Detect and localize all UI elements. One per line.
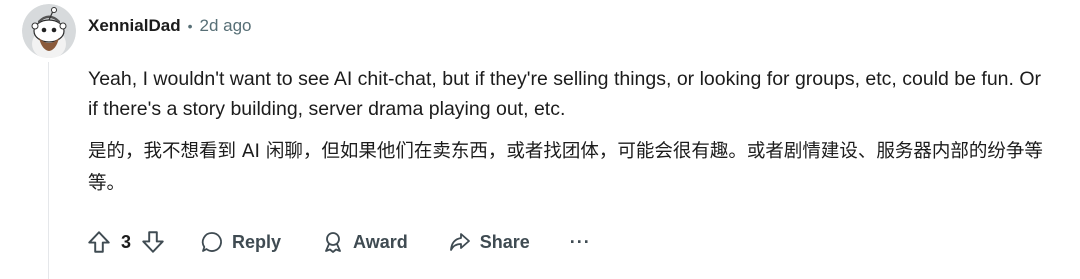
comment-actions: 3 Reply Award Share ···	[86, 226, 591, 258]
award-label: Award	[353, 231, 408, 252]
share-label: Share	[479, 231, 530, 252]
award-ribbon-icon	[321, 230, 345, 254]
comment-text-chinese: 是的，我不想看到 AI 闲聊，但如果他们在卖东西，或者找团体，可能会很有趣。或者…	[88, 141, 1043, 194]
username-link[interactable]: XennialDad	[88, 16, 181, 36]
more-options-button[interactable]: ···	[570, 232, 591, 253]
reply-label: Reply	[232, 231, 282, 252]
award-button[interactable]: Award	[321, 230, 408, 254]
share-button[interactable]: Share	[448, 230, 530, 254]
vote-score: 3	[120, 231, 131, 252]
timestamp[interactable]: 2d ago	[200, 16, 252, 36]
comment-header: XennialDad • 2d ago	[88, 13, 252, 39]
upvote-arrow-icon[interactable]	[86, 229, 112, 255]
reply-button[interactable]: Reply	[200, 230, 281, 254]
share-arrow-icon	[448, 230, 472, 254]
comment-text-english: Yeah, I wouldn't want to see AI chit-cha…	[88, 68, 1042, 120]
speech-bubble-icon	[200, 230, 224, 254]
vote-controls: 3	[86, 229, 166, 255]
thread-line[interactable]	[48, 62, 49, 279]
downvote-arrow-icon[interactable]	[140, 229, 166, 255]
comment-body: Yeah, I wouldn't want to see AI chit-cha…	[88, 64, 1048, 212]
separator-dot: •	[187, 18, 193, 34]
user-avatar-icon[interactable]	[22, 4, 76, 58]
